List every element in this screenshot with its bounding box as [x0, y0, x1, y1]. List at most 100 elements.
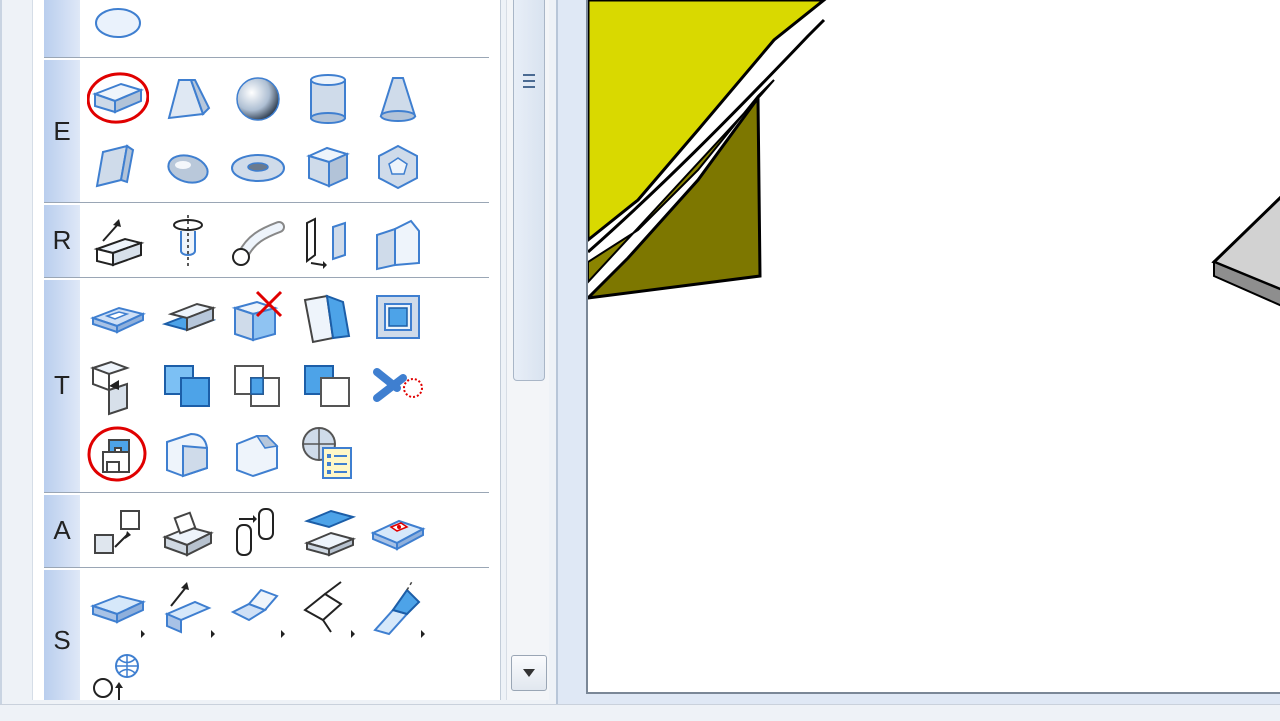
draft-icon — [303, 294, 351, 344]
draft-tool[interactable] — [297, 286, 359, 348]
dodecahedron-tool[interactable] — [367, 136, 429, 198]
group-e: E — [44, 60, 489, 203]
3d-viewport[interactable] — [583, 0, 1280, 694]
prism-tool[interactable] — [87, 136, 149, 198]
tool-palette: E R T A S — [2, 0, 501, 700]
cylinder-icon — [310, 74, 346, 124]
align-icon — [236, 508, 274, 556]
status-strip — [0, 704, 1280, 721]
group-top — [44, 0, 489, 58]
loft-tool[interactable] — [297, 211, 359, 273]
group-t: T — [44, 280, 489, 493]
box-tool[interactable] — [87, 68, 149, 130]
scrollbar-thumb[interactable] — [513, 0, 545, 381]
ellipsoid-tool[interactable] — [157, 136, 219, 198]
chamfer-icon — [236, 435, 279, 478]
sphere-icon — [236, 77, 280, 121]
intersect-tool[interactable] — [227, 354, 289, 416]
torus-icon — [231, 154, 285, 182]
bend-icon — [376, 219, 420, 271]
cut-out-tool[interactable] — [87, 422, 149, 484]
sheet-tray-icon — [90, 594, 146, 638]
dodecahedron-icon — [378, 144, 418, 190]
ellipsoid-icon — [167, 154, 209, 184]
palette-gutter — [2, 0, 33, 700]
cylinder-tool[interactable] — [297, 68, 359, 130]
group-s: S — [44, 570, 489, 700]
delete-face-tool[interactable] — [227, 286, 289, 348]
feature-list-tool[interactable] — [297, 422, 359, 484]
sweep-tool[interactable] — [227, 211, 289, 273]
pocket-icon — [90, 306, 146, 334]
slot-icon — [161, 302, 217, 332]
polyhedron-icon — [306, 146, 350, 188]
plane-mate-tool[interactable] — [297, 501, 359, 563]
cut-out-icon — [87, 426, 147, 482]
align-tool[interactable] — [227, 501, 289, 563]
cone-icon — [379, 77, 417, 122]
revolve-tool[interactable] — [157, 211, 219, 273]
shell-icon — [376, 295, 420, 339]
torus-tool[interactable] — [227, 136, 289, 198]
sheet-extrude-tool[interactable] — [157, 576, 219, 638]
sheet-bend-icon — [303, 581, 355, 638]
mate-icon — [162, 511, 214, 557]
slot-tool[interactable] — [157, 286, 219, 348]
split-icon — [90, 360, 130, 416]
fillet-icon — [166, 432, 208, 478]
mate-tool[interactable] — [157, 501, 219, 563]
model-scene — [583, 0, 1280, 307]
group-r: R — [44, 205, 489, 278]
union-tool[interactable] — [157, 354, 219, 416]
pyramid-frustum-icon — [167, 79, 211, 120]
delete-face-icon — [231, 290, 283, 342]
subtract-icon — [304, 365, 350, 407]
pocket-tool[interactable] — [87, 286, 149, 348]
palette-scrollbar[interactable] — [506, 0, 549, 700]
group-label-r: R — [52, 225, 72, 255]
fix-icon — [370, 519, 426, 551]
subtract-tool[interactable] — [297, 354, 359, 416]
sphere-tool[interactable] — [227, 68, 289, 130]
chamfer-tool[interactable] — [227, 422, 289, 484]
fix-tool[interactable] — [367, 501, 429, 563]
union-icon — [164, 365, 210, 407]
group-a: A — [44, 495, 489, 568]
polyhedron-tool[interactable] — [297, 136, 359, 198]
extrude-icon — [93, 219, 145, 267]
assembly-move-icon — [94, 510, 140, 554]
sheet-unfold-icon — [373, 579, 425, 638]
group-label-t: T — [54, 370, 70, 400]
cone-tool[interactable] — [367, 68, 429, 130]
sheet-tray-tool[interactable] — [87, 576, 149, 638]
extrude-tool[interactable] — [87, 211, 149, 273]
box-primitive-icon — [87, 72, 149, 124]
bend-tool[interactable] — [367, 211, 429, 273]
plane-mate-icon — [303, 509, 357, 557]
revolve-icon — [173, 215, 203, 269]
sheet-extrude-icon — [164, 582, 215, 638]
sweep-icon — [232, 221, 285, 266]
feature-list-icon — [302, 427, 352, 479]
sheet-bend-tool[interactable] — [297, 576, 359, 638]
group-label-a: A — [53, 515, 71, 545]
fillet-tool[interactable] — [157, 422, 219, 484]
sheet-punch-tool[interactable] — [87, 644, 149, 706]
sheet-punch-icon — [93, 654, 139, 700]
trim-tool[interactable] — [367, 354, 429, 416]
sheet-flange-tool[interactable] — [227, 576, 289, 638]
chevron-down-icon — [523, 669, 535, 677]
sheet-unfold-tool[interactable] — [367, 576, 429, 638]
loft-icon — [306, 217, 346, 269]
shell-tool[interactable] — [367, 286, 429, 348]
frustum-tool[interactable] — [157, 68, 219, 130]
intersect-icon — [234, 365, 280, 407]
group-label-e: E — [53, 116, 71, 146]
scroll-down-button[interactable] — [511, 655, 547, 691]
split-tool[interactable] — [87, 354, 149, 416]
grip-icon — [523, 74, 535, 88]
ellipse-tool[interactable] — [87, 0, 149, 54]
prism-icon — [95, 144, 135, 188]
trim-icon — [373, 368, 423, 402]
assembly-move-tool[interactable] — [87, 501, 149, 563]
